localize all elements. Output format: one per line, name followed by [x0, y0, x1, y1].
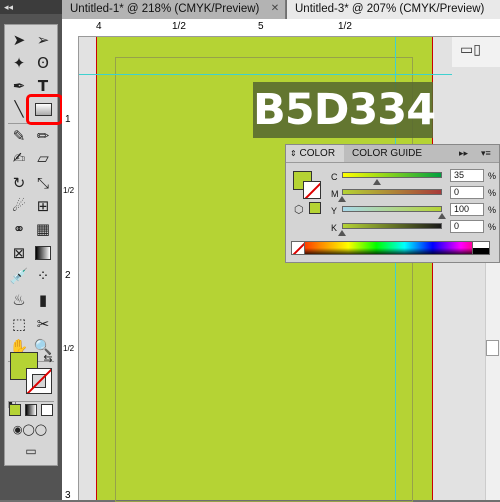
web-safe-swatch[interactable]: [309, 202, 321, 214]
shape-builder-tool-icon[interactable]: ⚭: [8, 218, 30, 240]
tab-color-guide[interactable]: COLOR GUIDE: [352, 145, 422, 162]
warp-tool-icon[interactable]: ☄: [8, 195, 30, 217]
tools-panel-header[interactable]: ◂◂: [0, 0, 62, 14]
ruler-label: 3: [65, 490, 71, 501]
lasso-tool-icon[interactable]: ʘ: [32, 52, 54, 74]
none-slash-icon: [292, 242, 304, 254]
gradient-tool-icon[interactable]: [32, 242, 54, 264]
black-white-swatch[interactable]: [472, 241, 490, 255]
percent-label: %: [488, 222, 497, 232]
ruler-label: 1/2: [63, 344, 75, 353]
channel-y-label: Y: [331, 206, 338, 216]
direct-selection-tool-icon[interactable]: ➢: [32, 29, 54, 51]
tab-label: Untitled-1* @ 218% (CMYK/Preview): [70, 3, 260, 15]
tab-label: Untitled-3* @ 207% (CMYK/Preview): [295, 3, 485, 15]
percent-label: %: [488, 188, 497, 198]
color-spectrum[interactable]: [291, 241, 490, 255]
percent-label: %: [488, 205, 497, 215]
artboard-tool-icon[interactable]: ⬚: [8, 313, 30, 335]
swap-fill-stroke-icon[interactable]: ⇆: [37, 347, 59, 369]
color-panel-tabs: ⇕ COLOR COLOR GUIDE ▸▸ ▾≡: [286, 145, 499, 163]
panel-stroke-swatch[interactable]: [303, 181, 321, 199]
eyedropper-tool-icon[interactable]: 💉: [8, 265, 30, 287]
scrollbar-thumb[interactable]: [486, 340, 499, 356]
vertical-scrollbar[interactable]: [485, 255, 500, 500]
yellow-value-field[interactable]: 100: [450, 203, 484, 216]
ruler-label: 1/2: [63, 186, 75, 195]
yellow-slider[interactable]: [342, 206, 442, 212]
cyan-slider[interactable]: [342, 172, 442, 178]
magenta-slider[interactable]: [342, 189, 442, 195]
none-mode-icon[interactable]: [40, 403, 54, 417]
panel-icons[interactable]: ▭▯: [452, 37, 500, 67]
pen-tool-icon[interactable]: ✒: [8, 75, 30, 97]
ruler-label: 2: [65, 270, 71, 281]
ruler-label: 4: [96, 21, 102, 32]
tab-untitled-3[interactable]: Untitled-3* @ 207% (CMYK/Preview): [287, 0, 500, 19]
tools-panel: ◂◂ ➤ ➢ ✦ ʘ ✒ T ╲ ✎ ✏ ✍ ▱ ↻ ⤡ ☄ ⊞ ⚭ ▦ ⊠ 💉…: [0, 0, 63, 500]
blend-tool-icon[interactable]: ⁘: [32, 265, 54, 287]
tab-color[interactable]: ⇕ COLOR: [286, 145, 344, 162]
out-of-gamut-cube-icon[interactable]: ⬡: [294, 203, 304, 216]
black-slider-thumb[interactable]: [338, 230, 346, 236]
collapse-icon[interactable]: ◂◂: [4, 2, 13, 12]
percent-label: %: [488, 171, 497, 181]
rectangle-tool-highlight: [26, 94, 63, 125]
eraser-tool-icon[interactable]: ▱: [32, 147, 54, 169]
symbol-sprayer-tool-icon[interactable]: ♨: [8, 289, 30, 311]
tab-color-label: COLOR: [299, 148, 336, 159]
slice-tool-icon[interactable]: ✂: [32, 313, 54, 335]
rotate-tool-icon[interactable]: ↻: [8, 172, 30, 194]
screen-mode-icon[interactable]: ▭: [19, 443, 43, 459]
cyan-value-field[interactable]: 35: [450, 169, 484, 182]
ruler-left[interactable]: 1 1/2 2 1/2 3: [62, 36, 79, 501]
black-value-field[interactable]: 0: [450, 220, 484, 233]
magenta-value-field[interactable]: 0: [450, 186, 484, 199]
scale-tool-icon[interactable]: ⤡: [32, 172, 54, 194]
selection-tool-icon[interactable]: ➤: [8, 29, 30, 51]
tools-grid: ➤ ➢ ✦ ʘ ✒ T ╲ ✎ ✏ ✍ ▱ ↻ ⤡ ☄ ⊞ ⚭ ▦ ⊠ 💉 ⁘ …: [4, 24, 58, 466]
column-graph-tool-icon[interactable]: ▮: [32, 289, 54, 311]
draw-modes-icon[interactable]: ◉◯◯: [8, 421, 52, 437]
none-slash-icon: [27, 369, 51, 393]
gradient-mode-icon[interactable]: [24, 403, 38, 417]
yellow-slider-thumb[interactable]: [438, 213, 446, 219]
ruler-label: 5: [258, 21, 264, 32]
mesh-tool-icon[interactable]: ⊠: [8, 242, 30, 264]
ruler-label: 1/2: [172, 21, 186, 32]
spectrum-shade: [292, 248, 489, 254]
tab-untitled-1[interactable]: Untitled-1* @ 218% (CMYK/Preview) ✕: [62, 0, 286, 19]
close-icon[interactable]: ✕: [269, 3, 281, 15]
ruler-label: 1: [65, 114, 71, 125]
panel-expand-icon[interactable]: ▸▸: [459, 145, 468, 162]
black-slider[interactable]: [342, 223, 442, 229]
magenta-slider-thumb[interactable]: [338, 196, 346, 202]
paintbrush-tool-icon[interactable]: ✎: [8, 125, 30, 147]
free-transform-tool-icon[interactable]: ⊞: [32, 195, 54, 217]
magic-wand-tool-icon[interactable]: ✦: [8, 52, 30, 74]
channel-k-label: K: [331, 223, 338, 233]
pencil-tool-icon[interactable]: ✏: [32, 125, 54, 147]
hex-code-label: B5D334: [253, 82, 436, 138]
ruler-top[interactable]: 4 1/2 5 1/2: [62, 19, 500, 37]
guide-horizontal[interactable]: [79, 74, 452, 75]
expand-icon[interactable]: ⇕: [290, 149, 297, 158]
perspective-grid-tool-icon[interactable]: ▦: [32, 218, 54, 240]
none-slash-icon: [304, 182, 320, 198]
color-mode-icon[interactable]: [8, 403, 22, 417]
blob-brush-tool-icon[interactable]: ✍: [8, 147, 30, 169]
tool-separator: [8, 401, 54, 402]
color-panel: ⇕ COLOR COLOR GUIDE ▸▸ ▾≡ ⬡ C 35 % M 0 %…: [285, 144, 500, 263]
channel-c-label: C: [331, 172, 338, 182]
panel-icons-icon[interactable]: ▭▯: [460, 41, 481, 58]
ruler-label: 1/2: [338, 21, 352, 32]
none-color-swatch[interactable]: [291, 241, 305, 255]
panel-menu-icon[interactable]: ▾≡: [481, 145, 491, 162]
cyan-slider-thumb[interactable]: [373, 179, 381, 185]
stroke-swatch[interactable]: [26, 368, 52, 394]
